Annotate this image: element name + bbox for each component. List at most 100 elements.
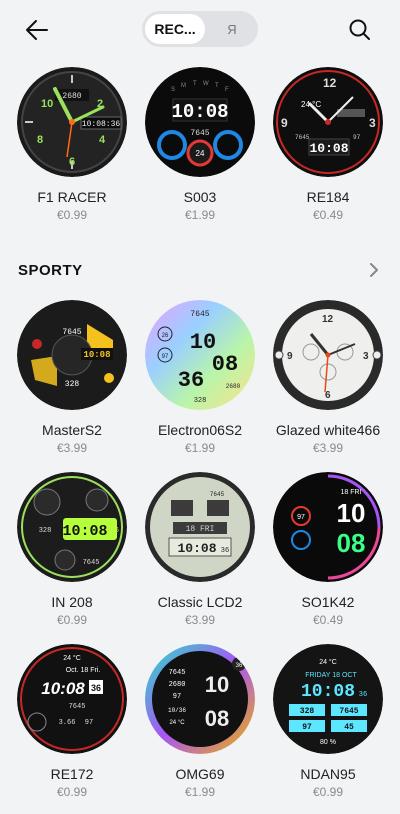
watchface-price: €0.99 bbox=[56, 613, 88, 627]
omg-date: 10/36 bbox=[168, 707, 186, 714]
watchface-card[interactable]: 12 9 3 6 Glazed white466 €3.99 bbox=[268, 300, 388, 455]
re184-steps: 7645 bbox=[295, 134, 310, 141]
watchface-name: RE184 bbox=[306, 189, 350, 205]
in208-secs: 36 bbox=[111, 527, 119, 535]
watchface-price: €0.49 bbox=[312, 613, 344, 627]
watchface-preview-f1-racer: 10 2 84 6 2680 10:08:36 bbox=[17, 67, 127, 177]
watchface-price: €3.99 bbox=[312, 441, 344, 455]
f1-digital-time: 10:08:36 bbox=[82, 120, 121, 129]
search-button[interactable] bbox=[346, 16, 374, 44]
watchface-name: IN 208 bbox=[51, 594, 93, 610]
watchface-preview-ndan95: 24 °C FRIDAY 18 OCT 10:08 36 328 7645 97… bbox=[273, 644, 383, 754]
electron-min: 08 bbox=[212, 352, 238, 377]
ndan-temp: 24 °C bbox=[319, 658, 337, 666]
watchface-price: €1.99 bbox=[184, 785, 216, 799]
electron-sec: 36 bbox=[178, 368, 204, 393]
re172-secs: 36 bbox=[91, 683, 101, 693]
watchface-price: €0.49 bbox=[312, 208, 344, 222]
watchface-name: OMG69 bbox=[175, 766, 225, 782]
search-icon bbox=[349, 19, 370, 40]
tab-other[interactable]: Я bbox=[208, 14, 256, 44]
chevron-right-icon bbox=[370, 263, 378, 277]
s003-temp: 24 bbox=[196, 149, 205, 158]
watchface-card[interactable]: 12 9 3 24 °C 10:08 7645 97 RE184 €0.49 bbox=[268, 67, 388, 222]
re172-time: 10:08 bbox=[41, 679, 85, 698]
watchface-name: S003 bbox=[183, 189, 217, 205]
watchface-preview-so1k42: 18 FRI 10 08 97 bbox=[273, 472, 383, 582]
in208-steps: 7645 bbox=[83, 559, 100, 567]
watchface-preview-in208: 10:08 36 328 7645 bbox=[17, 472, 127, 582]
watchface-card[interactable]: 10:08 7645 24 SMT WTF S003 €1.99 bbox=[140, 67, 260, 222]
watchface-card[interactable]: 18 FRI 10 08 97 SO1K42 €0.49 bbox=[268, 472, 388, 627]
so1k-min: 08 bbox=[337, 528, 366, 558]
svg-text:3: 3 bbox=[363, 351, 369, 362]
omg-b: 2680 bbox=[169, 681, 186, 689]
lcd-secs: 36 bbox=[221, 547, 229, 555]
re184-hr: 97 bbox=[353, 134, 361, 141]
watchface-card[interactable]: 24 °C FRIDAY 18 OCT 10:08 36 328 7645 97… bbox=[268, 644, 388, 799]
tab-recommended[interactable]: REC... bbox=[145, 14, 205, 44]
ndan-a: 328 bbox=[300, 707, 315, 716]
watchface-name: SO1K42 bbox=[301, 594, 355, 610]
arrow-left-icon bbox=[26, 20, 48, 40]
category-switch: REC... Я bbox=[142, 11, 258, 47]
lcd-steps: 7645 bbox=[210, 491, 225, 498]
omg-steps: 7645 bbox=[169, 669, 186, 677]
so1k-date: 18 FRI bbox=[340, 489, 361, 496]
watchface-preview-re184: 12 9 3 24 °C 10:08 7645 97 bbox=[273, 67, 383, 177]
watchface-preview-re172: 24 °C Oct. 18 Fri. 10:08 36 7645 3.66 97 bbox=[17, 644, 127, 754]
watchface-name: Glazed white466 bbox=[275, 422, 381, 438]
watchface-preview-classic-lcd2: 18 FRI 10:08 36 7645 bbox=[145, 472, 255, 582]
watchface-preview-electron06s2: 7645 10 08 36 97 26 2680 328 bbox=[145, 300, 255, 410]
back-button[interactable] bbox=[22, 16, 52, 44]
svg-text:8: 8 bbox=[37, 134, 43, 146]
f1-small-readout: 2680 bbox=[62, 92, 81, 101]
so1k-hour: 10 bbox=[337, 498, 366, 528]
ndan-time: 10:08 bbox=[301, 682, 355, 702]
omg-c: 97 bbox=[173, 693, 181, 701]
ndan-b: 7645 bbox=[339, 707, 358, 716]
svg-text:9: 9 bbox=[287, 351, 293, 362]
electron-hr: 97 bbox=[162, 354, 169, 360]
watchface-card[interactable]: 10:08 36 328 7645 IN 208 €0.99 bbox=[12, 472, 132, 627]
watchface-price: €0.99 bbox=[56, 208, 88, 222]
svg-text:6: 6 bbox=[69, 156, 75, 168]
section-header-sporty[interactable]: SPORTY bbox=[18, 254, 384, 288]
svg-text:M: M bbox=[181, 83, 186, 89]
ndan-secs: 36 bbox=[359, 691, 367, 699]
watchface-price: €0.99 bbox=[312, 785, 344, 799]
watchface-preview-masters2: 7645 10:08 328 bbox=[17, 300, 127, 410]
watchface-card[interactable]: 18 FRI 10:08 36 7645 Classic LCD2 €3.99 bbox=[140, 472, 260, 627]
watchface-price: €3.99 bbox=[56, 441, 88, 455]
watchface-card[interactable]: 10 2 84 6 2680 10:08:36 F1 RACER €0.99 bbox=[12, 67, 132, 222]
in208-kcal: 328 bbox=[39, 527, 52, 535]
so1k-hr: 97 bbox=[297, 514, 305, 521]
watchface-card[interactable]: 24 °C Oct. 18 Fri. 10:08 36 7645 3.66 97… bbox=[12, 644, 132, 799]
watchface-preview-omg69: 7645 2680 97 10/36 24 °C 10 08 36 bbox=[145, 644, 255, 754]
watchface-card[interactable]: 7645 10 08 36 97 26 2680 328 Electron06S… bbox=[140, 300, 260, 455]
svg-text:9: 9 bbox=[281, 116, 288, 130]
svg-text:6: 6 bbox=[325, 390, 331, 401]
watchface-card[interactable]: 7645 10:08 328 MasterS2 €3.99 bbox=[12, 300, 132, 455]
re184-time: 10:08 bbox=[309, 141, 348, 156]
svg-text:T: T bbox=[215, 83, 219, 89]
lcd-time: 10:08 bbox=[177, 541, 216, 556]
svg-text:4: 4 bbox=[99, 134, 106, 146]
svg-text:12: 12 bbox=[323, 76, 337, 90]
s003-time: 10:08 bbox=[171, 101, 228, 123]
re172-temp: 24 °C bbox=[63, 654, 81, 662]
section-more-button[interactable] bbox=[364, 260, 384, 280]
watchface-price: €1.99 bbox=[184, 441, 216, 455]
watchface-price: €1.99 bbox=[184, 208, 216, 222]
electron-steps2: 2680 bbox=[226, 383, 241, 390]
watchface-name: NDAN95 bbox=[300, 766, 356, 782]
watchface-price: €3.99 bbox=[184, 613, 216, 627]
ndan-c: 97 bbox=[302, 723, 312, 732]
omg-hour: 10 bbox=[205, 672, 229, 697]
svg-text:S: S bbox=[171, 87, 175, 93]
omg-sec: 36 bbox=[236, 663, 243, 669]
svg-text:12: 12 bbox=[322, 314, 334, 325]
watchface-card[interactable]: 7645 2680 97 10/36 24 °C 10 08 36 OMG69 … bbox=[140, 644, 260, 799]
electron-bottom: 328 bbox=[194, 397, 207, 405]
watchface-preview-glazed-white: 12 9 3 6 bbox=[273, 300, 383, 410]
